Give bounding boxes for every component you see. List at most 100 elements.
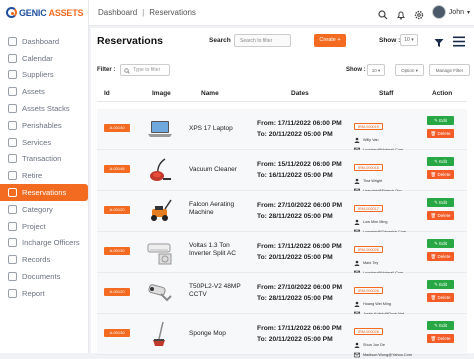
edit-button[interactable]: ✎ Edit — [427, 280, 454, 289]
bell-icon[interactable] — [396, 7, 406, 20]
table-body: A-00140 XPS 17 Laptop From: 17/11/2022 06:… — [97, 109, 467, 358]
sidebar-item-retire[interactable]: Retire — [0, 167, 89, 184]
date-to: To: 28/11/2022 05:00 PM — [257, 294, 333, 302]
delete-button[interactable]: 🗑 Delete — [427, 211, 454, 220]
edit-label: Edit — [439, 200, 447, 205]
sidebar-item-assets[interactable]: Assets — [0, 83, 89, 100]
manage-filter-label: Manage Filter — [435, 68, 464, 73]
edit-icon: ✎ — [434, 323, 438, 328]
column-action[interactable]: Action — [432, 90, 452, 97]
show-select-secondary[interactable]: 10 ▾ — [367, 64, 385, 76]
asset-id-badge[interactable]: A-00130 — [104, 247, 130, 255]
delete-button[interactable]: 🗑 Delete — [427, 252, 454, 261]
delete-button[interactable]: 🗑 Delete — [427, 170, 454, 179]
chevron-down-icon: ▾ — [466, 9, 470, 16]
sidebar-item-category[interactable]: Category — [0, 201, 89, 218]
table-row[interactable]: A-00146 Vacuum Cleaner From: 15/11/2022 06… — [97, 150, 467, 194]
table-row[interactable]: A-00140 XPS 17 Laptop From: 17/11/2022 06:… — [97, 109, 467, 152]
delete-button[interactable]: 🗑 Delete — [427, 129, 454, 138]
edit-icon: ✎ — [434, 241, 438, 246]
trash-icon: 🗑 — [430, 131, 437, 136]
laptop-image — [145, 114, 175, 144]
app-logo[interactable]: GENIC ASSETS — [6, 7, 84, 18]
asset-id-badge[interactable]: A-00140 — [104, 124, 130, 132]
options-select[interactable]: Option ▾ — [395, 64, 424, 76]
staff-info: IRM-000018Tina WrightLearnlab@Fintech.Or… — [354, 156, 414, 194]
sidebar-item-services[interactable]: Services — [0, 134, 89, 151]
assets-icon — [8, 87, 17, 97]
table-row[interactable]: A-00120 T50PL2-V2 48MP CCTV From: 27/10/20… — [97, 273, 467, 316]
staff-id-badge[interactable]: IRM-000019 — [354, 123, 383, 130]
sidebar-item-label: Records — [22, 255, 51, 265]
delete-button[interactable]: 🗑 Delete — [427, 293, 454, 302]
show-select[interactable]: 10 ▾ — [400, 34, 418, 46]
sidebar-item-calendar[interactable]: Calendar — [0, 50, 89, 67]
sidebar-item-incharge-officers[interactable]: Incharge Officers — [0, 235, 89, 252]
sidebar-item-reservations[interactable]: Reservations — [0, 184, 88, 201]
sidebar-item-project[interactable]: Project — [0, 218, 89, 235]
sidebar-item-records[interactable]: Records — [0, 251, 89, 268]
person-icon — [354, 137, 360, 143]
vacuum-image — [145, 155, 175, 185]
sidebar-item-assets-stacks[interactable]: Assets Stacks — [0, 100, 89, 117]
staff-id-badge[interactable]: IRM-000017 — [354, 205, 383, 212]
date-from: From: 27/10/2022 06:00 PM — [257, 284, 343, 291]
delete-button[interactable]: 🗑 Delete — [427, 334, 454, 343]
staff-id-badge[interactable]: IRM-000026 — [354, 287, 383, 294]
staff-name: Mark Tey — [363, 260, 379, 265]
filter-row: Filter : Type to filter Show : 10 ▾ Opti… — [97, 64, 470, 78]
edit-button[interactable]: ✎ Edit — [427, 239, 454, 248]
sidebar-item-suppliers[interactable]: Suppliers — [0, 67, 89, 84]
edit-button[interactable]: ✎ Edit — [427, 116, 454, 125]
sidebar-item-report[interactable]: Report — [0, 285, 89, 302]
asset-id-badge[interactable]: A-00120 — [104, 206, 130, 214]
search-icon[interactable] — [378, 7, 388, 20]
gear-icon[interactable] — [414, 7, 424, 20]
edit-button[interactable]: ✎ Edit — [427, 157, 454, 166]
trash-icon: 🗑 — [430, 336, 437, 341]
sidebar-item-perishables[interactable]: Perishables — [0, 117, 89, 134]
trash-icon: 🗑 — [430, 172, 437, 177]
column-staff[interactable]: Staff — [379, 90, 393, 97]
filter-input[interactable]: Type to filter — [120, 64, 170, 76]
breadcrumb-dashboard[interactable]: Dashboard — [98, 8, 137, 17]
column-name[interactable]: Name — [201, 90, 219, 97]
date-to: To: 20/11/2022 05:00 PM — [257, 130, 333, 138]
sidebar-item-documents[interactable]: Documents — [0, 268, 89, 285]
table-row[interactable]: A-00130 Voltas 1.3 Ton Inverter Split AC F… — [97, 232, 467, 275]
asset-id-badge[interactable]: A-00146 — [104, 165, 130, 173]
asset-id-badge[interactable]: A-00130 — [104, 329, 130, 337]
sidebar-item-dashboard[interactable]: Dashboard — [0, 33, 89, 50]
staff-id-badge[interactable]: IRM-000018 — [354, 164, 383, 171]
staff-id-badge[interactable]: IRM-000026 — [354, 328, 383, 335]
staff-info: IRM-000026 Shun Jun De Madison.Wong@Yahoo.… — [354, 320, 414, 358]
column-image[interactable]: Image — [152, 90, 171, 97]
edit-button[interactable]: ✎ Edit — [427, 321, 454, 330]
filter-icon[interactable] — [434, 35, 444, 47]
sidebar: GENIC ASSETS Dashboard Calendar Suppliers As… — [0, 0, 89, 353]
column-dates[interactable]: Dates — [291, 90, 309, 97]
hamburger-menu-icon[interactable] — [453, 34, 465, 47]
sidebar-item-label: Report — [22, 288, 45, 298]
user-menu[interactable]: John ▾ — [431, 5, 470, 19]
edit-button[interactable]: ✎ Edit — [427, 198, 454, 207]
column-id[interactable]: Id — [104, 90, 110, 97]
edit-label: Edit — [439, 323, 447, 328]
asset-id-badge[interactable]: A-00120 — [104, 288, 130, 296]
sidebar-item-transaction[interactable]: Transaction — [0, 151, 89, 168]
services-icon — [8, 137, 17, 147]
staff-email[interactable]: Madison.Wong@Yahoo.Com — [363, 353, 412, 357]
person-icon — [354, 178, 360, 184]
date-from: From: 17/11/2022 06:00 PM — [257, 120, 342, 127]
delete-label: Delete — [437, 336, 451, 341]
manage-filter-button[interactable]: Manage Filter — [429, 64, 470, 76]
edit-label: Edit — [439, 282, 447, 287]
top-bar: Dashboard | Reservations John ▾ — [89, 0, 474, 26]
create-button[interactable]: Create + — [314, 34, 346, 47]
trash-icon: 🗑 — [430, 295, 437, 300]
table-row[interactable]: A-00130 Sponge Mop From: 17/11/2022 06:00 … — [97, 314, 467, 358]
staff-id-badge[interactable]: IRM-000026 — [354, 246, 383, 253]
table-row[interactable]: A-00120 Falcon Aerating Machine From: 27/1… — [97, 191, 467, 234]
asset-name: Falcon Aerating Machine — [189, 201, 235, 216]
search-input[interactable]: Search to filter — [234, 34, 291, 47]
